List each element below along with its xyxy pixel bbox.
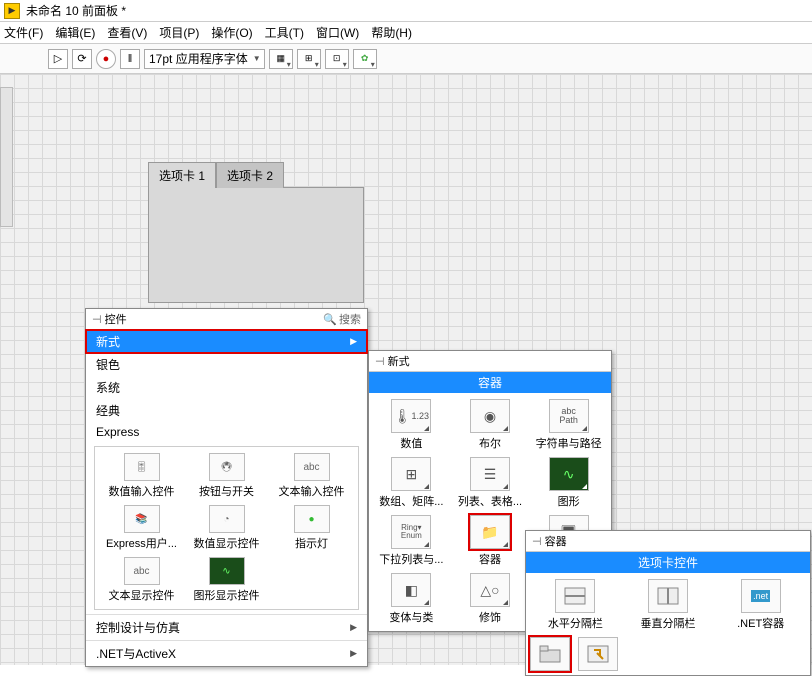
pin-icon[interactable]: ⊣ <box>532 535 542 548</box>
container-row2 <box>526 637 810 675</box>
cell-dropdown[interactable]: Ring▾Enum下拉列表与... <box>373 513 450 569</box>
menu-window[interactable]: 窗口(W) <box>316 24 359 41</box>
cell-graph[interactable]: ∿图形 <box>530 455 607 511</box>
palette-header: ⊣控件 🔍搜索 <box>86 309 367 330</box>
tab-2[interactable]: 选项卡 2 <box>216 162 284 188</box>
modern-category-title: 容器 <box>369 372 611 393</box>
menu-file[interactable]: 文件(F) <box>4 24 43 41</box>
cell-led[interactable]: ●指示灯 <box>271 505 352 551</box>
cell-vsplit[interactable]: 垂直分隔栏 <box>623 577 714 633</box>
palette-item-dotnet[interactable]: .NET与ActiveX <box>86 640 367 666</box>
app-icon: ▶ <box>4 3 20 19</box>
menu-help[interactable]: 帮助(H) <box>371 24 412 41</box>
palette-item-control-sim[interactable]: 控制设计与仿真 <box>86 614 367 640</box>
cell-variant[interactable]: ◧变体与类 <box>373 571 450 627</box>
search-label: 搜索 <box>339 311 361 327</box>
font-selector[interactable]: 17pt 应用程序字体 <box>144 49 265 69</box>
align-button[interactable]: ▦ <box>269 49 293 69</box>
cell-text-input[interactable]: abc文本输入控件 <box>271 453 352 499</box>
toolbar: ▷ ⟳ ● ‖ 17pt 应用程序字体 ▦ ⊞ ⊡ ✿ <box>0 44 812 74</box>
cell-net-container[interactable]: .net.NET容器 <box>715 577 806 633</box>
palette-item-silver[interactable]: 银色 <box>86 353 367 376</box>
modern-header: ⊣新式 <box>369 351 611 372</box>
container-category-title: 选项卡控件 <box>526 552 810 573</box>
palette-item-express[interactable]: Express <box>86 422 367 442</box>
cell-text-display[interactable]: abc文本显示控件 <box>101 557 182 603</box>
menu-view[interactable]: 查看(V) <box>107 24 147 41</box>
cell-buttons[interactable]: 🖲按钮与开关 <box>186 453 267 499</box>
window-title: 未命名 10 前面板 * <box>26 2 126 19</box>
run-button[interactable]: ▷ <box>48 49 68 69</box>
cell-string-path[interactable]: abcPath字符串与路径 <box>530 397 607 453</box>
pin-icon[interactable]: ⊣ <box>375 355 385 368</box>
pin-icon[interactable]: ⊣ <box>92 313 102 326</box>
menu-tool[interactable]: 工具(T) <box>265 24 304 41</box>
container-header: ⊣容器 <box>526 531 810 552</box>
express-grid: 🎚数值输入控件 🖲按钮与开关 abc文本输入控件 📚Express用户... ◔… <box>94 446 359 610</box>
left-pane-stub <box>0 87 13 227</box>
container-title: 容器 <box>545 533 567 549</box>
tab-1[interactable]: 选项卡 1 <box>148 162 216 188</box>
menu-bar: 文件(F) 编辑(E) 查看(V) 项目(P) 操作(O) 工具(T) 窗口(W… <box>0 22 812 44</box>
tab-body[interactable] <box>148 187 364 303</box>
run-cont-button[interactable]: ⟳ <box>72 49 92 69</box>
cell-numeric-input[interactable]: 🎚数值输入控件 <box>101 453 182 499</box>
palette-title: 控件 <box>105 311 127 327</box>
title-bar: ▶ 未命名 10 前面板 * <box>0 0 812 22</box>
cell-list-table[interactable]: ☰列表、表格... <box>452 455 529 511</box>
palette-item-system[interactable]: 系统 <box>86 376 367 399</box>
modern-title: 新式 <box>388 353 410 369</box>
cell-hsplit[interactable]: 水平分隔栏 <box>530 577 621 633</box>
abort-button[interactable]: ● <box>96 49 116 69</box>
cell-tab-control[interactable] <box>530 637 570 671</box>
container-grid: 水平分隔栏 垂直分隔栏 .net.NET容器 <box>526 573 810 637</box>
cell-subpanel[interactable] <box>578 637 618 671</box>
cell-container[interactable]: 📁容器 <box>452 513 529 569</box>
search-button[interactable]: 🔍搜索 <box>323 311 361 327</box>
pause-button[interactable]: ‖ <box>120 49 140 69</box>
cell-numeric-display[interactable]: ◔数值显示控件 <box>186 505 267 551</box>
palette-item-modern[interactable]: 新式 <box>86 330 367 353</box>
menu-edit[interactable]: 编辑(E) <box>55 24 95 41</box>
cell-numeric[interactable]: 🌡1.23数值 <box>373 397 450 453</box>
palette-item-classic[interactable]: 经典 <box>86 399 367 422</box>
reorder-button[interactable]: ✿ <box>353 49 377 69</box>
tab-control[interactable]: 选项卡 1 选项卡 2 <box>148 162 364 303</box>
cell-boolean[interactable]: ◉布尔 <box>452 397 529 453</box>
cell-decoration[interactable]: △○修饰 <box>452 571 529 627</box>
cell-graph-display[interactable]: ∿图形显示控件 <box>186 557 267 603</box>
cell-array-matrix[interactable]: ⊞数组、矩阵... <box>373 455 450 511</box>
menu-operate[interactable]: 操作(O) <box>211 24 252 41</box>
menu-project[interactable]: 项目(P) <box>159 24 199 41</box>
cell-express-user[interactable]: 📚Express用户... <box>101 505 182 551</box>
resize-button[interactable]: ⊡ <box>325 49 349 69</box>
font-label: 17pt 应用程序字体 <box>149 50 248 67</box>
controls-palette: ⊣控件 🔍搜索 新式 银色 系统 经典 Express 🎚数值输入控件 🖲按钮与… <box>85 308 368 667</box>
distribute-button[interactable]: ⊞ <box>297 49 321 69</box>
container-palette: ⊣容器 选项卡控件 水平分隔栏 垂直分隔栏 .net.NET容器 <box>525 530 811 676</box>
